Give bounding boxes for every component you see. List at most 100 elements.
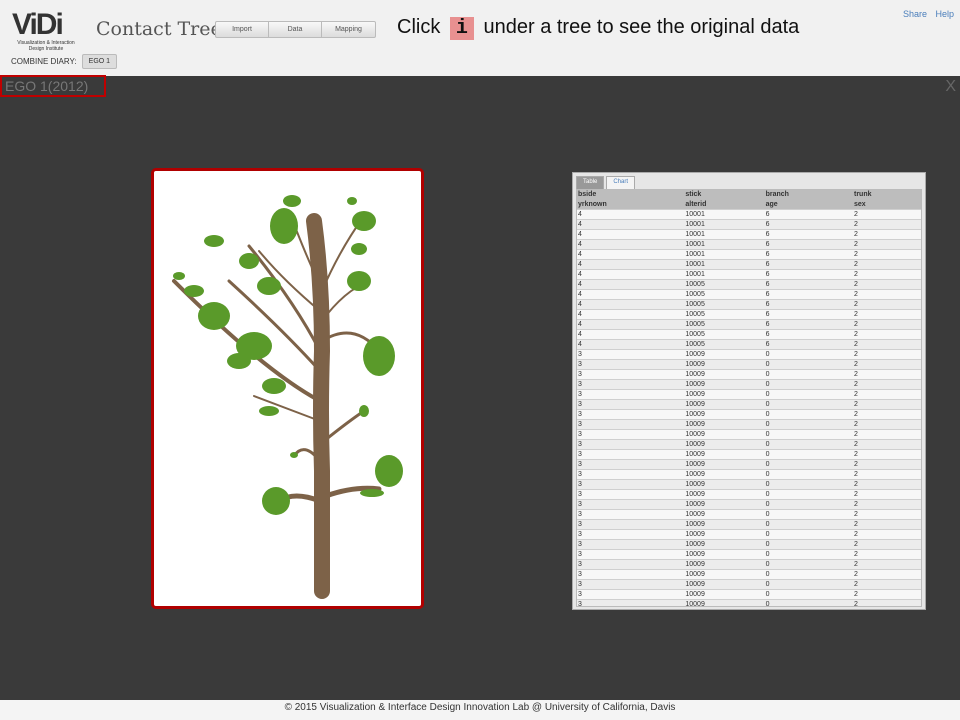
table-cell: 2: [852, 548, 921, 560]
table-cell: 6: [764, 318, 853, 330]
table-cell: 3: [577, 388, 685, 400]
table-cell: 10009: [684, 398, 765, 410]
table-cell: 4: [577, 268, 685, 280]
instruction-before: Click: [397, 16, 441, 38]
table-row: 3 10009 0 2: [577, 408, 921, 420]
table-cell: 0: [764, 588, 853, 600]
table-cell: 6: [764, 288, 853, 300]
table-cell: 10009: [684, 428, 765, 440]
vidi-logo[interactable]: ViDi Visualization & Interaction Design …: [12, 8, 80, 53]
column-header[interactable]: age: [764, 199, 853, 210]
table-cell: 3: [577, 548, 685, 560]
table-cell: 4: [577, 208, 685, 220]
info-key-badge: i: [449, 17, 474, 40]
table-cell: 0: [764, 548, 853, 560]
close-icon[interactable]: X: [945, 78, 956, 96]
table-cell: 10009: [684, 518, 765, 530]
table-cell: 2: [852, 478, 921, 490]
main-nav: Import Data Mapping: [215, 21, 376, 38]
table-cell: 2: [852, 538, 921, 550]
table-cell: 0: [764, 438, 853, 450]
table-cell: 3: [577, 458, 685, 470]
data-panel: Table Chart bside stick branch trunk yrknown…: [572, 172, 926, 610]
table-cell: 10001: [684, 248, 765, 260]
table-cell: 6: [764, 218, 853, 230]
table-cell: 6: [764, 268, 853, 280]
table-cell: 10009: [684, 348, 765, 360]
table-row: 3 10009 0 2: [577, 468, 921, 480]
table-cell: 3: [577, 578, 685, 590]
table-row: 3 10009 0 2: [577, 518, 921, 530]
table-row: 4 10005 6 2: [577, 338, 921, 350]
column-header[interactable]: yrknown: [577, 199, 685, 210]
table-cell: 4: [577, 338, 685, 350]
table-cell: 10005: [684, 328, 765, 340]
table-cell: 2: [852, 448, 921, 460]
table-row: 4 10005 6 2: [577, 278, 921, 290]
share-link[interactable]: Share: [903, 9, 927, 19]
table-cell: 6: [764, 228, 853, 240]
table-cell: 4: [577, 238, 685, 250]
instruction-after: under a tree to see the original data: [483, 16, 800, 38]
table-cell: 3: [577, 348, 685, 360]
table-cell: 3: [577, 418, 685, 430]
help-link[interactable]: Help: [935, 9, 954, 19]
column-header[interactable]: sex: [852, 199, 921, 210]
table-row: 4 10001 6 2: [577, 238, 921, 250]
table-cell: 10009: [684, 558, 765, 570]
nav-data-button[interactable]: Data: [269, 22, 322, 37]
table-row: 3 10009 0 2: [577, 598, 921, 606]
nav-mapping-button[interactable]: Mapping: [322, 22, 375, 37]
tab-table[interactable]: Table: [576, 176, 605, 189]
table-cell: 0: [764, 448, 853, 460]
table-cell: 2: [852, 438, 921, 450]
column-header[interactable]: trunk: [852, 190, 921, 200]
table-row: 3 10009 0 2: [577, 538, 921, 550]
table-cell: 10009: [684, 478, 765, 490]
table-row: 3 10009 0 2: [577, 458, 921, 470]
data-table-container[interactable]: bside stick branch trunk yrknown alterid age se…: [576, 189, 922, 607]
column-header[interactable]: alterid: [684, 199, 765, 210]
table-cell: 2: [852, 308, 921, 320]
table-cell: 2: [852, 358, 921, 370]
table-cell: 2: [852, 528, 921, 540]
column-header[interactable]: bside: [577, 190, 685, 200]
table-cell: 4: [577, 318, 685, 330]
table-row: 3 10009 0 2: [577, 388, 921, 400]
table-cell: 0: [764, 508, 853, 520]
ego-chip-button[interactable]: EGO 1: [81, 54, 118, 69]
table-cell: 10005: [684, 308, 765, 320]
table-cell: 10009: [684, 548, 765, 560]
table-cell: 3: [577, 588, 685, 600]
table-row: 3 10009 0 2: [577, 348, 921, 360]
table-cell: 10005: [684, 278, 765, 290]
table-row: 3 10009 0 2: [577, 438, 921, 450]
table-cell: 4: [577, 218, 685, 230]
table-cell: 3: [577, 508, 685, 520]
logo-text: ViDi: [12, 8, 64, 41]
table-cell: 2: [852, 318, 921, 330]
column-header[interactable]: stick: [684, 190, 765, 200]
table-cell: 2: [852, 518, 921, 530]
table-cell: 2: [852, 398, 921, 410]
table-row: 3 10009 0 2: [577, 478, 921, 490]
table-row: 4 10001 6 2: [577, 248, 921, 260]
tab-chart[interactable]: Chart: [606, 176, 636, 189]
table-cell: 3: [577, 378, 685, 390]
column-header[interactable]: branch: [764, 190, 853, 200]
table-cell: 6: [764, 278, 853, 290]
nav-import-button[interactable]: Import: [216, 22, 269, 37]
table-cell: 10001: [684, 218, 765, 230]
table-cell: 0: [764, 598, 853, 606]
table-cell: 4: [577, 258, 685, 270]
table-cell: 4: [577, 228, 685, 240]
contact-tree-card[interactable]: [151, 168, 424, 609]
table-cell: 2: [852, 378, 921, 390]
table-cell: 2: [852, 248, 921, 260]
table-cell: 2: [852, 558, 921, 570]
panel-tabs: Table Chart: [573, 173, 925, 189]
table-row: 4 10005 6 2: [577, 318, 921, 330]
table-cell: 6: [764, 338, 853, 350]
table-cell: 2: [852, 268, 921, 280]
top-links: Share Help: [897, 9, 954, 19]
